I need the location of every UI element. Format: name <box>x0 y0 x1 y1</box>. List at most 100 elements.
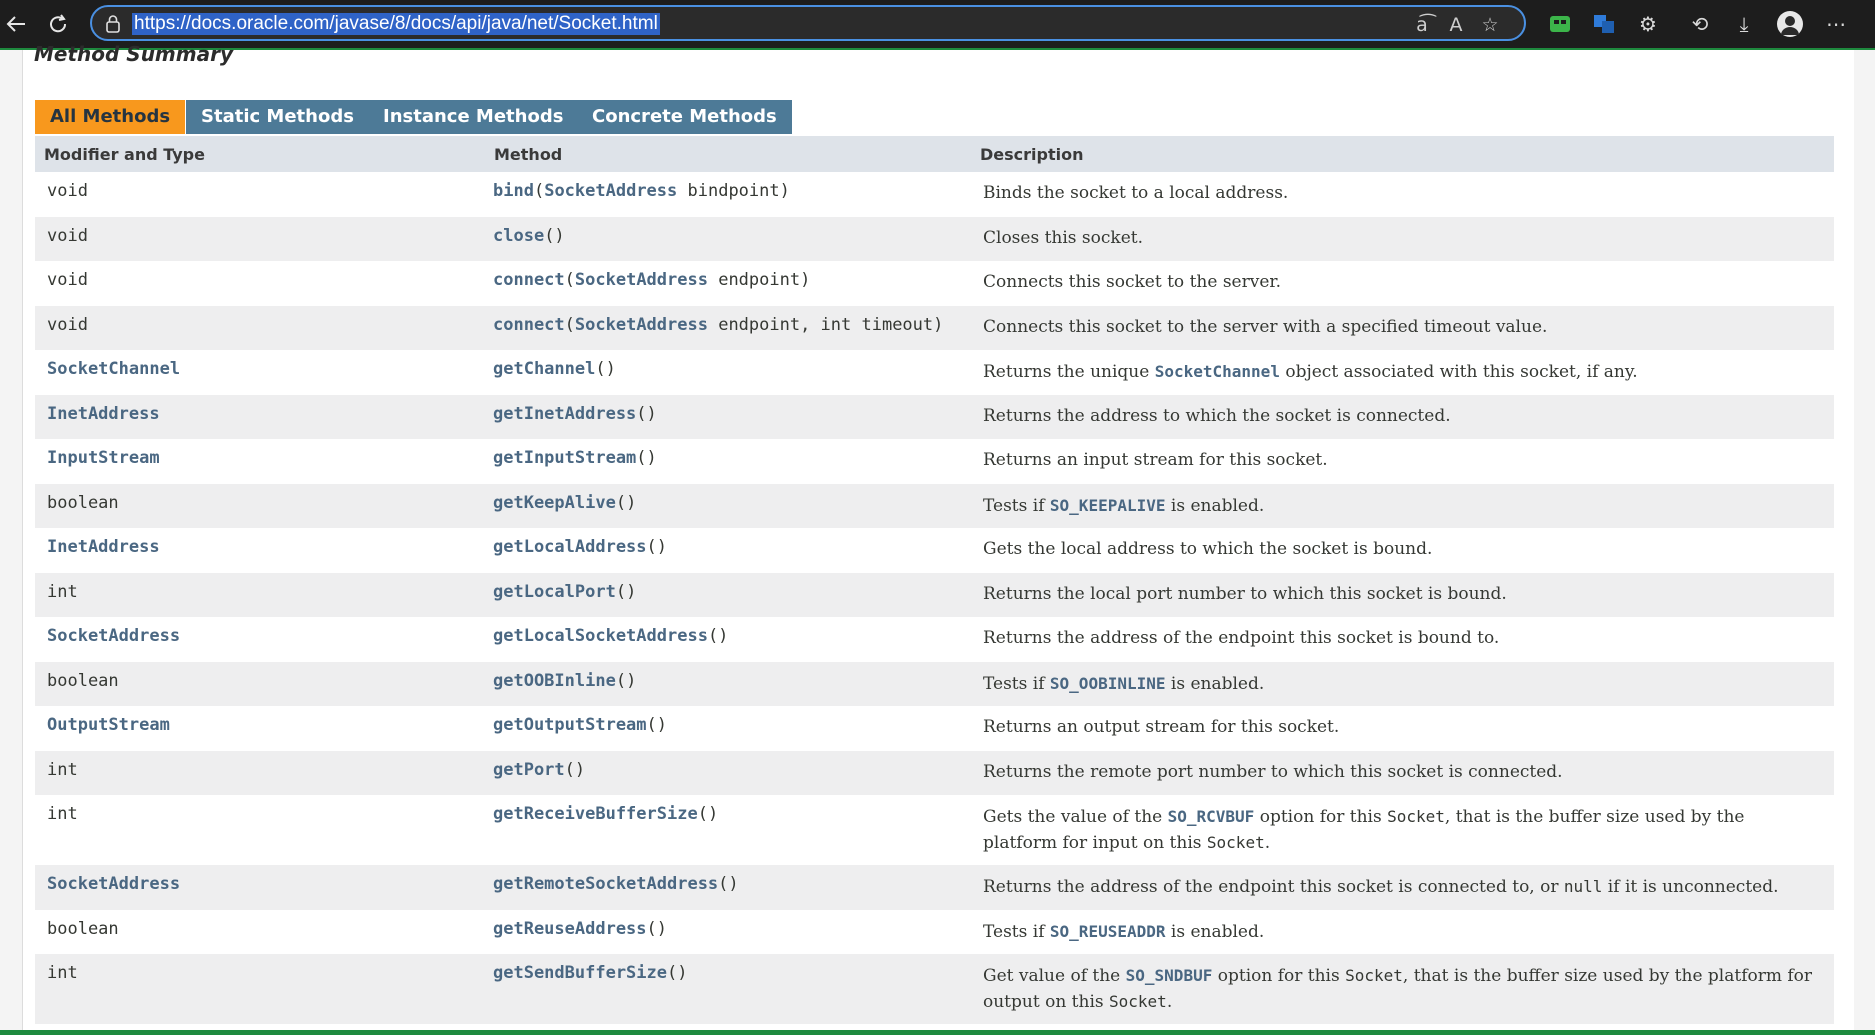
tab-instance-methods[interactable]: Instance Methods <box>368 100 579 134</box>
method-link[interactable]: getLocalPort <box>493 582 616 602</box>
downloads-icon[interactable]: ⤓ <box>1730 10 1758 38</box>
profile-avatar-icon[interactable] <box>1776 10 1804 38</box>
more-menu-icon[interactable]: ⋯ <box>1822 10 1850 38</box>
method-description: Tests if SO_KEEPALIVE is enabled. <box>983 493 1823 519</box>
translate-icon[interactable] <box>1590 10 1618 38</box>
lock-icon[interactable] <box>106 15 120 33</box>
method-link[interactable]: getReuseAddress <box>493 919 647 939</box>
method-link[interactable]: getKeepAlive <box>493 493 616 513</box>
params-open: () <box>615 581 637 602</box>
method-link[interactable]: getLocalSocketAddress <box>493 626 708 646</box>
description-text: Closes this socket. <box>983 227 1144 248</box>
url-text[interactable]: https://docs.oracle.com/javase/8/docs/ap… <box>132 13 660 35</box>
method-link[interactable]: bind <box>493 181 534 201</box>
method-link[interactable]: getOOBInline <box>493 671 616 691</box>
table-row: void close() Closes this socket. <box>35 216 1834 261</box>
left-margin <box>0 50 22 1030</box>
method-link[interactable]: getLocalAddress <box>493 537 647 557</box>
method-link[interactable]: getOutputStream <box>493 715 647 735</box>
params-open: () <box>636 403 657 424</box>
method-summary-table: Modifier and Type Method Description voi… <box>35 136 1834 1024</box>
description-text: Tests if <box>983 673 1050 694</box>
favorite-star-icon[interactable]: ☆ <box>1478 14 1502 36</box>
description-text: Get value of the <box>983 966 1126 986</box>
param-type-link[interactable]: SocketAddress <box>575 315 708 335</box>
method-link[interactable]: getPort <box>493 760 565 780</box>
method-link[interactable]: getReceiveBufferSize <box>493 804 698 824</box>
method-link[interactable]: getSendBufferSize <box>493 963 667 983</box>
return-type: int <box>47 759 78 780</box>
description-text: Returns the address of the endpoint this… <box>983 628 1500 648</box>
section-title: Method Summary <box>34 42 234 66</box>
description-text: is enabled. <box>1165 495 1265 516</box>
return-type-link[interactable]: SocketAddress <box>47 626 180 646</box>
method-link[interactable]: getRemoteSocketAddress <box>493 874 718 894</box>
tab-all-methods[interactable]: All Methods <box>35 100 186 134</box>
method-description: Tests if SO_OOBINLINE is enabled. <box>983 671 1823 697</box>
method-description: Tests if SO_REUSEADDR is enabled. <box>983 919 1823 945</box>
description-code-link[interactable]: SO_REUSEADDR <box>1050 922 1166 941</box>
method-description: Returns the remote port number to which … <box>983 760 1823 785</box>
params-open: () <box>564 759 586 780</box>
address-bar[interactable]: https://docs.oracle.com/javase/8/docs/ap… <box>90 5 1526 41</box>
method-description: Returns the unique SocketChannel object … <box>983 359 1823 385</box>
method-link[interactable]: getInputStream <box>493 448 636 468</box>
params-open: () <box>667 963 688 983</box>
method-link[interactable]: getChannel <box>493 359 595 379</box>
description-code: Socket <box>1109 992 1167 1011</box>
refresh-icon[interactable] <box>42 8 74 40</box>
description-text: object associated with this socket, if a… <box>1279 362 1638 382</box>
method-signature: connect(SocketAddress endpoint, int time… <box>493 315 943 335</box>
params-open: () <box>646 918 668 939</box>
back-arrow-icon[interactable] <box>0 8 32 40</box>
return-type-link[interactable]: InetAddress <box>47 404 160 424</box>
return-type-link[interactable]: SocketAddress <box>47 874 180 894</box>
return-type-link[interactable]: InetAddress <box>47 537 160 557</box>
table-row: int getPort() Returns the remote port numb… <box>35 750 1834 795</box>
return-type-link[interactable]: SocketChannel <box>47 359 180 379</box>
description-text: . <box>1264 833 1271 853</box>
description-text: Returns the address to which the socket … <box>983 405 1451 426</box>
read-aloud-icon[interactable]: a͡ <box>1410 14 1434 36</box>
param-type-link[interactable]: SocketAddress <box>575 270 708 290</box>
text-size-icon[interactable]: A <box>1444 14 1468 36</box>
return-type-link[interactable]: OutputStream <box>47 715 170 735</box>
method-link[interactable]: close <box>493 226 544 246</box>
description-code-link[interactable]: SocketChannel <box>1155 362 1280 381</box>
description-text: Returns the address of the endpoint this… <box>983 877 1564 897</box>
params-rest: endpoint) <box>707 270 811 290</box>
app-icon[interactable] <box>1546 10 1574 38</box>
column-header-description: Description <box>980 145 1084 164</box>
table-body: void bind(SocketAddress bindpoint) Binds t… <box>35 172 1834 1024</box>
method-description: Get value of the SO_SNDBUF option for th… <box>983 963 1823 1015</box>
tab-concrete-methods[interactable]: Concrete Methods <box>577 100 792 134</box>
params-open: () <box>636 448 657 468</box>
history-icon[interactable]: ⟲ <box>1686 10 1714 38</box>
method-description: Gets the value of the SO_RCVBUF option f… <box>983 804 1823 856</box>
method-link[interactable]: connect <box>493 270 565 290</box>
return-type-link[interactable]: InputStream <box>47 448 160 468</box>
param-type-link[interactable]: SocketAddress <box>544 181 677 201</box>
params-rest: endpoint, int timeout) <box>707 314 944 335</box>
method-link[interactable]: getInetAddress <box>493 404 636 424</box>
description-text: Returns an output stream for this socket… <box>983 717 1340 737</box>
method-description: Returns the address of the endpoint this… <box>983 626 1823 651</box>
return-type: boolean <box>47 670 119 691</box>
method-link[interactable]: connect <box>493 315 565 335</box>
description-code-link[interactable]: SO_SNDBUF <box>1126 966 1213 985</box>
description-code-link[interactable]: SO_OOBINLINE <box>1050 674 1166 693</box>
table-row: void connect(SocketAddress endpoint, int … <box>35 305 1834 350</box>
method-signature: getLocalSocketAddress() <box>493 626 728 646</box>
extensions-icon[interactable]: ⚙ <box>1634 10 1662 38</box>
description-code-link[interactable]: SO_KEEPALIVE <box>1050 496 1166 515</box>
return-type: int <box>47 804 78 824</box>
description-code-link[interactable]: SO_RCVBUF <box>1168 807 1255 826</box>
method-description: Closes this socket. <box>983 226 1823 251</box>
params-open: () <box>544 225 565 246</box>
params-open: ( <box>533 181 545 201</box>
return-type: void <box>47 225 88 246</box>
method-description: Connects this socket to the server with … <box>983 315 1823 340</box>
method-signature: getOutputStream() <box>493 715 667 735</box>
tab-static-methods[interactable]: Static Methods <box>186 100 369 134</box>
description-text: Connects this socket to the server. <box>983 272 1282 292</box>
